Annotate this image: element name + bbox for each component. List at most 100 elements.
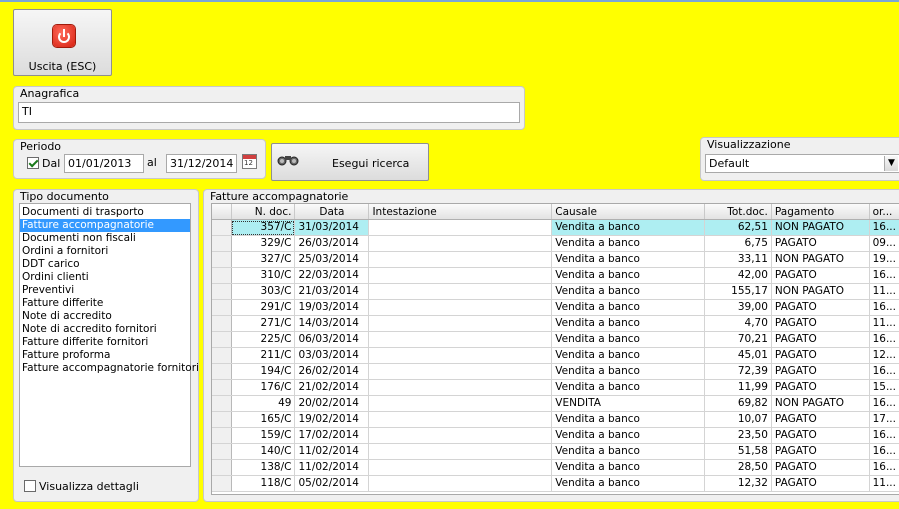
table-cell (368, 331, 553, 348)
dal-checkbox[interactable] (27, 157, 39, 169)
list-item[interactable]: Ordini a fornitori (20, 245, 190, 258)
row-indicator[interactable] (212, 219, 232, 236)
row-indicator[interactable] (212, 299, 232, 316)
table-cell: 16... (869, 219, 899, 236)
table-cell: 23,50 (704, 427, 772, 444)
row-indicator[interactable] (212, 251, 232, 268)
list-item[interactable]: Ordini clienti (20, 271, 190, 284)
column-header[interactable]: Pagamento (771, 204, 870, 220)
row-indicator[interactable] (212, 411, 232, 428)
table-row[interactable]: 159/C 17/02/2014 Vendita a banco 23,50 PAGAT… (212, 427, 899, 444)
table-row[interactable]: 165/C 19/02/2014 Vendita a banco 10,07 PAGAT… (212, 411, 899, 428)
visualizza-dettagli-checkbox[interactable] (24, 480, 36, 492)
table-cell: 16... (869, 459, 899, 476)
row-indicator[interactable] (212, 443, 232, 460)
exit-button[interactable]: Uscita (ESC) (13, 9, 112, 76)
list-item[interactable]: Fatture accompagnatorie fornitori (20, 362, 199, 375)
table-cell: PAGATO (771, 331, 870, 348)
column-header[interactable]: or... (869, 204, 899, 220)
row-indicator[interactable] (212, 315, 232, 332)
al-date-input[interactable]: 31/12/2014 (166, 154, 237, 173)
table-cell: 26/03/2014 (294, 235, 370, 252)
table-cell: 6,75 (704, 235, 772, 252)
table-cell: 138/C (231, 459, 296, 476)
column-header[interactable]: N. doc. (231, 204, 296, 220)
table-cell: 329/C (231, 235, 296, 252)
row-indicator[interactable] (212, 475, 232, 492)
dal-label: Dal (42, 157, 61, 170)
table-cell: PAGATO (771, 475, 870, 492)
list-item[interactable]: DDT carico (20, 258, 190, 271)
visualizzazione-caption: Visualizzazione (707, 138, 791, 151)
table-cell: Vendita a banco (551, 363, 705, 380)
table-row[interactable]: 176/C 21/02/2014 Vendita a banco 11,99 PAGAT… (212, 379, 899, 396)
table-cell: 28,50 (704, 459, 772, 476)
power-icon (53, 25, 75, 47)
list-item[interactable]: Fatture accompagnatorie (20, 219, 190, 232)
row-indicator[interactable] (212, 331, 232, 348)
column-header[interactable]: Data (294, 204, 370, 220)
table-cell: 10,07 (704, 411, 772, 428)
row-indicator[interactable] (212, 283, 232, 300)
table-cell: 20/02/2014 (294, 395, 370, 412)
row-indicator[interactable] (212, 395, 232, 412)
table-cell (368, 251, 553, 268)
row-indicator[interactable] (212, 347, 232, 364)
list-item[interactable]: Note di accredito fornitori (20, 323, 190, 336)
list-item[interactable]: Note di accredito (20, 310, 190, 323)
table-row[interactable]: 329/C 26/03/2014 Vendita a banco 6,75 PAGATO… (212, 235, 899, 252)
table-row[interactable]: 211/C 03/03/2014 Vendita a banco 45,01 PAGAT… (212, 347, 899, 364)
table-row[interactable]: 271/C 14/03/2014 Vendita a banco 4,70 PAGATO… (212, 315, 899, 332)
anagrafica-input[interactable]: TI (18, 102, 520, 123)
chevron-down-icon[interactable]: ▼ (884, 156, 898, 171)
table-row[interactable]: 138/C 11/02/2014 Vendita a banco 28,50 PAGAT… (212, 459, 899, 476)
column-header[interactable]: Causale (551, 204, 705, 220)
table-row[interactable]: 310/C 22/03/2014 Vendita a banco 42,00 PAGAT… (212, 267, 899, 284)
visualizzazione-select[interactable]: Default ▼ (705, 154, 899, 173)
table-row[interactable]: 194/C 26/02/2014 Vendita a banco 72,39 PAGAT… (212, 363, 899, 380)
table-cell: Vendita a banco (551, 427, 705, 444)
column-header[interactable]: Intestazione (368, 204, 553, 220)
table-cell: 31/03/2014 (294, 219, 370, 236)
table-cell: 09... (869, 235, 899, 252)
table-row[interactable]: 140/C 11/02/2014 Vendita a banco 51,58 PAGAT… (212, 443, 899, 460)
list-item[interactable]: Preventivi (20, 284, 190, 297)
list-item[interactable]: Documenti non fiscali (20, 232, 190, 245)
list-item[interactable]: Fatture proforma (20, 349, 190, 362)
table-row[interactable]: 357/C 31/03/2014 Vendita a banco 62,51 NON P… (212, 219, 899, 236)
list-item[interactable]: Documenti di trasporto (20, 206, 190, 219)
table-cell: 211/C (231, 347, 296, 364)
table-row[interactable]: 225/C 06/03/2014 Vendita a banco 70,21 PAGAT… (212, 331, 899, 348)
fatture-grid[interactable]: N. doc. Data Intestazione Causale Tot.doc. Pa… (211, 203, 899, 495)
search-button[interactable]: Esegui ricerca (271, 143, 429, 181)
table-row[interactable]: 291/C 19/03/2014 Vendita a banco 39,00 PAGAT… (212, 299, 899, 316)
anagrafica-panel: Anagrafica TI (13, 86, 525, 130)
table-cell: 49 (231, 395, 296, 412)
row-indicator[interactable] (212, 363, 232, 380)
table-row[interactable]: 49 20/02/2014 VENDITA 69,82 NON PAGATO 16... (212, 395, 899, 412)
dal-date-input[interactable]: 01/01/2013 (64, 154, 144, 173)
list-item[interactable]: Fatture differite (20, 297, 190, 310)
row-indicator[interactable] (212, 267, 232, 284)
table-cell: 11/02/2014 (294, 443, 370, 460)
al-label: al (147, 156, 157, 169)
tipo-documento-list[interactable]: Documenti di trasporto Fatture accompagna… (19, 203, 199, 467)
list-item[interactable]: Fatture differite fornitori (20, 336, 190, 349)
table-cell: 05/02/2014 (294, 475, 370, 492)
row-indicator[interactable] (212, 379, 232, 396)
anagrafica-caption: Anagrafica (20, 87, 80, 100)
table-cell: 11,99 (704, 379, 772, 396)
table-row[interactable]: 118/C 05/02/2014 Vendita a banco 12,32 PAGAT… (212, 475, 899, 492)
table-row[interactable]: 303/C 21/03/2014 Vendita a banco 155,17 NON … (212, 283, 899, 300)
table-cell: PAGATO (771, 267, 870, 284)
row-indicator[interactable] (212, 427, 232, 444)
table-cell: 327/C (231, 251, 296, 268)
calendar-icon[interactable]: 12 (242, 154, 257, 169)
table-row[interactable]: 327/C 25/03/2014 Vendita a banco 33,11 NON P… (212, 251, 899, 268)
table-cell: PAGATO (771, 459, 870, 476)
table-cell: 271/C (231, 315, 296, 332)
table-cell: 62,51 (704, 219, 772, 236)
row-indicator[interactable] (212, 459, 232, 476)
row-indicator[interactable] (212, 235, 232, 252)
column-header[interactable]: Tot.doc. (704, 204, 772, 220)
